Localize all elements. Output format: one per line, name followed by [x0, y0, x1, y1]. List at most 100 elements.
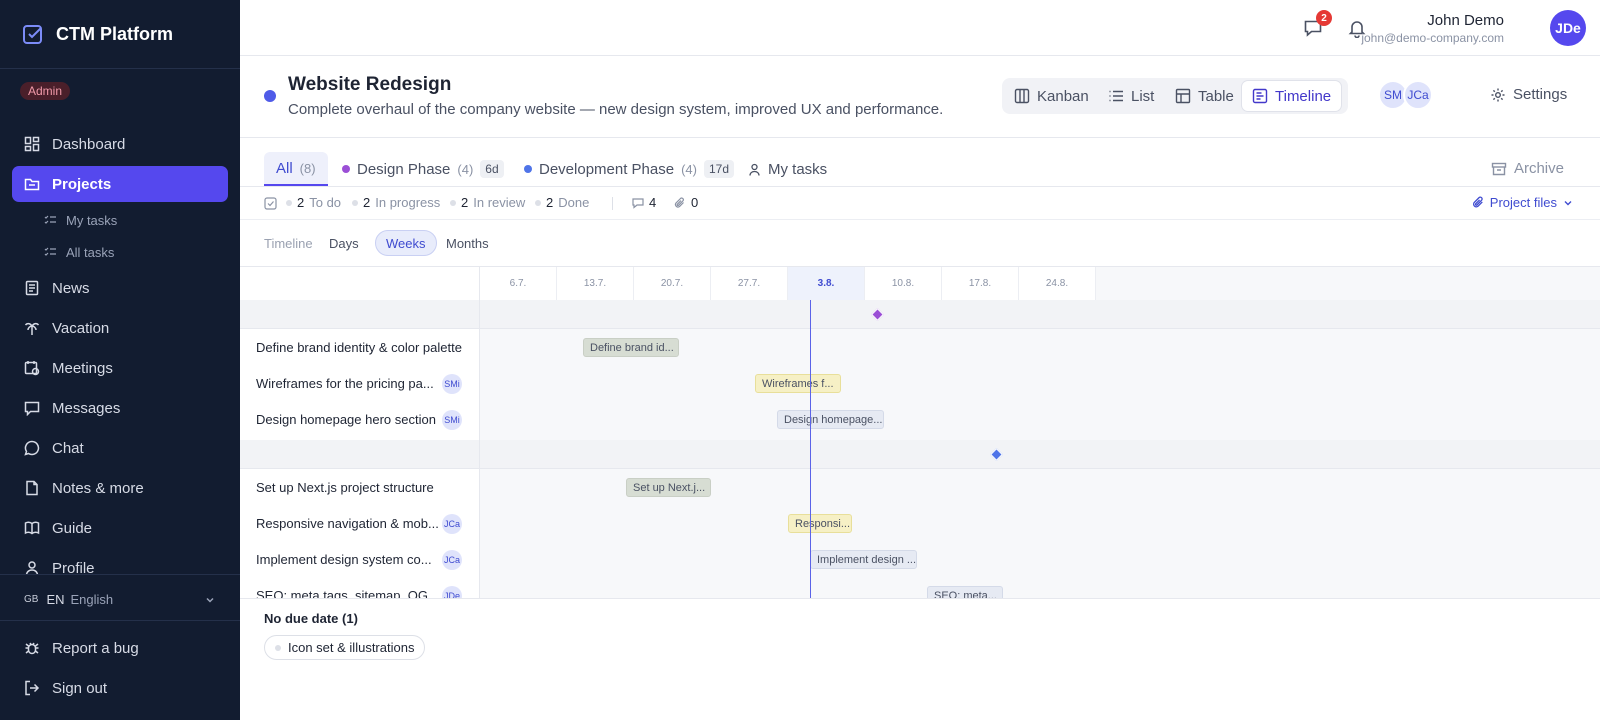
- zoom-months-button[interactable]: Months: [436, 230, 499, 256]
- week-header-cell: 6.7.: [480, 267, 557, 300]
- status-dot: [535, 199, 541, 206]
- task-name: Define brand identity & color palette: [256, 340, 462, 355]
- task-bar[interactable]: Design homepage...: [777, 410, 884, 429]
- stat-count: 2: [363, 195, 371, 210]
- sidebar-subitem-all-tasks[interactable]: All tasks: [44, 241, 114, 263]
- task-row-label[interactable]: Design homepage hero section SMi: [256, 401, 476, 438]
- tab-development-phase[interactable]: Development Phase (4) 17d: [512, 152, 746, 186]
- zoom-days-button[interactable]: Days: [319, 230, 369, 256]
- view-label: Table: [1198, 87, 1234, 105]
- tab-all[interactable]: All (8): [264, 152, 328, 186]
- user-name[interactable]: John Demo: [1427, 12, 1504, 29]
- week-header-cell: 24.8.: [1019, 267, 1096, 300]
- sidebar-item-messages[interactable]: Messages: [12, 390, 228, 426]
- messages-button[interactable]: 2: [1301, 10, 1332, 40]
- sidebar-item-notes[interactable]: Notes & more: [12, 470, 228, 506]
- tab-label: Development Phase: [539, 160, 675, 178]
- assignee-avatar: SMi: [442, 409, 462, 430]
- stat-done: 2 Done: [535, 195, 589, 210]
- view-timeline-button[interactable]: Timeline: [1242, 81, 1342, 111]
- chevron-down-icon: [1562, 197, 1574, 209]
- tab-count: (4): [457, 161, 474, 177]
- task-bar[interactable]: Implement design ...: [810, 550, 917, 569]
- language-flag: GB: [24, 594, 39, 605]
- task-bar[interactable]: Set up Next.j...: [626, 478, 711, 497]
- task-row-label[interactable]: Define brand identity & color palette: [256, 329, 476, 366]
- view-label: Timeline: [1275, 87, 1332, 105]
- tab-duration: 17d: [703, 160, 735, 178]
- newspaper-icon: [24, 280, 40, 296]
- language-name: English: [70, 592, 114, 607]
- project-description: Complete overhaul of the company website…: [288, 101, 944, 118]
- view-list-button[interactable]: List: [1098, 81, 1164, 111]
- task-bar[interactable]: SEO: meta...: [927, 586, 1003, 598]
- sidebar-divider: [0, 620, 240, 621]
- report-bug-label: Report a bug: [52, 639, 139, 657]
- week-header-cell: 20.7.: [634, 267, 711, 300]
- sidebar-item-chat[interactable]: Chat: [12, 430, 228, 466]
- project-color-dot: [264, 90, 276, 102]
- checkbox-icon: [264, 197, 277, 210]
- phase-row: [240, 300, 1600, 329]
- tab-duration: 6d: [480, 160, 504, 178]
- tab-my-tasks[interactable]: My tasks: [736, 152, 839, 186]
- brand[interactable]: CTM Platform: [22, 20, 173, 48]
- view-table-button[interactable]: Table: [1165, 81, 1244, 111]
- task-row-label[interactable]: Wireframes for the pricing pa... SMi: [256, 365, 476, 402]
- sidebar-item-meetings[interactable]: Meetings: [12, 350, 228, 386]
- task-row-label[interactable]: SEO: meta tags, sitemap, OG... JDe: [256, 577, 476, 598]
- member-avatar[interactable]: JCa: [1403, 80, 1433, 110]
- archive-button[interactable]: Archive: [1491, 160, 1564, 177]
- assignee-avatar: SMi: [442, 373, 462, 394]
- status-dot: [450, 199, 456, 206]
- settings-button[interactable]: Settings: [1490, 86, 1567, 103]
- task-bar[interactable]: Define brand id...: [583, 338, 679, 357]
- task-row-label[interactable]: Set up Next.js project structure: [256, 469, 476, 506]
- status-dot: [352, 199, 358, 206]
- assignee-avatar: JCa: [442, 549, 462, 570]
- sidebar-item-label: Messages: [52, 399, 121, 417]
- sidebar-item-label: Projects: [52, 175, 112, 193]
- tab-design-phase[interactable]: Design Phase (4) 6d: [330, 152, 516, 186]
- sidebar-item-vacation[interactable]: Vacation: [12, 310, 228, 346]
- view-switcher: Kanban List Table Timeline: [1002, 78, 1348, 114]
- stat-count: 2: [546, 195, 554, 210]
- sign-out-button[interactable]: Sign out: [12, 670, 228, 706]
- status-dot: [286, 199, 292, 206]
- task-row-label[interactable]: Responsive navigation & mob... JCa: [256, 505, 476, 542]
- table-icon: [1175, 88, 1191, 104]
- phase-row: [240, 440, 1600, 469]
- task-row-label[interactable]: Implement design system co... JCa: [256, 541, 476, 578]
- task-bar[interactable]: Responsi...: [788, 514, 852, 533]
- user-icon: [24, 560, 40, 574]
- settings-label: Settings: [1513, 86, 1568, 103]
- sidebar-item-dashboard[interactable]: Dashboard: [12, 126, 228, 162]
- language-selector[interactable]: GB EN English: [24, 592, 216, 607]
- calendar-clock-icon: [24, 360, 40, 376]
- zoom-timeline-button[interactable]: Timeline: [254, 230, 323, 256]
- view-kanban-button[interactable]: Kanban: [1004, 81, 1099, 111]
- stat-in-review: 2 In review: [450, 195, 525, 210]
- paperclip-icon: [674, 196, 686, 209]
- sidebar-item-profile[interactable]: Profile: [12, 550, 228, 574]
- project-files-button[interactable]: Project files: [1472, 195, 1574, 210]
- tab-label: My tasks: [768, 160, 828, 178]
- stat-label: Done: [558, 195, 590, 210]
- sidebar-item-projects[interactable]: Projects: [12, 166, 228, 202]
- user-avatar[interactable]: JDe: [1550, 10, 1586, 46]
- sidebar-subitem-my-tasks[interactable]: My tasks: [44, 209, 117, 231]
- sidebar-item-news[interactable]: News: [12, 270, 228, 306]
- sidebar-subitem-label: All tasks: [66, 244, 115, 260]
- zoom-weeks-button[interactable]: Weeks: [375, 230, 437, 256]
- no-due-date-task-chip[interactable]: Icon set & illustrations: [264, 635, 426, 660]
- report-bug-button[interactable]: Report a bug: [12, 630, 228, 666]
- task-bar[interactable]: Wireframes f...: [755, 374, 841, 393]
- sidebar: CTM Platform Admin Dashboard Projects My…: [0, 0, 240, 720]
- task-name: Implement design system co...: [256, 552, 432, 567]
- gear-icon: [1490, 87, 1506, 103]
- sidebar-scroll-clip: Profile: [0, 546, 240, 574]
- chat-bubble-icon: [24, 440, 40, 456]
- book-icon: [24, 520, 40, 536]
- kanban-icon: [1014, 88, 1030, 104]
- sidebar-item-guide[interactable]: Guide: [12, 510, 228, 546]
